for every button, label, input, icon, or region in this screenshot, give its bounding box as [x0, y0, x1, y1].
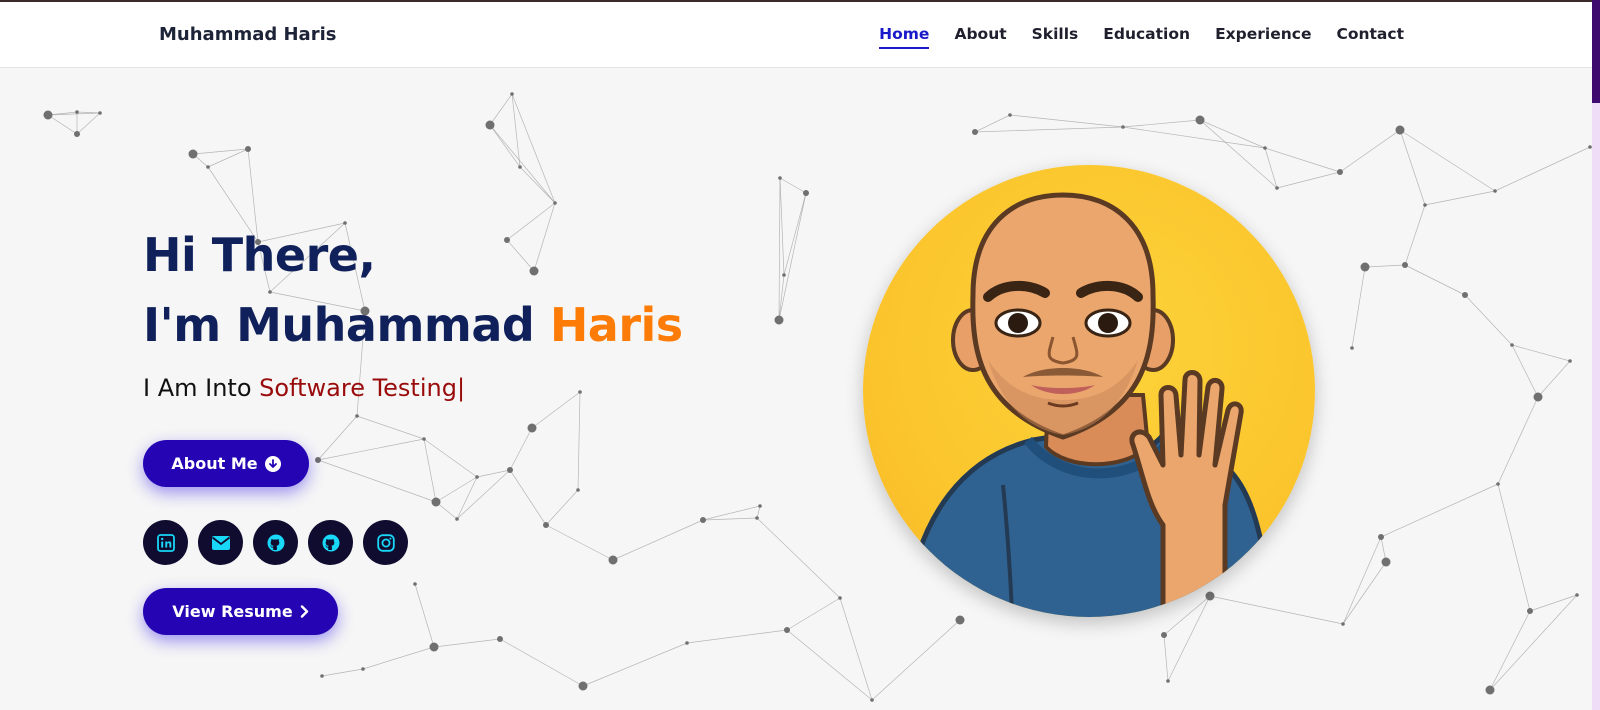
- hero-greeting: Hi There,: [143, 228, 376, 282]
- main-nav: Home About Skills Education Experience C…: [879, 25, 1404, 49]
- hero-text: Hi There, I'm Muhammad Haris I Am Into S…: [143, 224, 683, 402]
- typed-prefix: I Am Into: [143, 374, 252, 402]
- arrow-circle-down-icon: [264, 455, 281, 472]
- about-me-label: About Me: [171, 454, 258, 473]
- hero-name: I'm Muhammad Haris: [143, 286, 683, 364]
- scrollbar-track[interactable]: [1592, 0, 1600, 710]
- mail-icon: [211, 535, 230, 550]
- site-header: Muhammad Haris Home About Skills Educati…: [0, 2, 1592, 68]
- github-link-2[interactable]: [308, 520, 353, 565]
- github-link[interactable]: [253, 520, 298, 565]
- about-me-button[interactable]: About Me: [143, 440, 309, 487]
- nav-contact[interactable]: Contact: [1336, 25, 1404, 49]
- nav-skills[interactable]: Skills: [1032, 25, 1079, 49]
- hero-name-prefix: I'm Muhammad: [143, 298, 535, 352]
- instagram-icon: [376, 533, 395, 552]
- nav-about[interactable]: About: [954, 25, 1006, 49]
- avatar-illustration: [902, 192, 1274, 617]
- linkedin-icon: [156, 533, 175, 552]
- github-icon: [267, 534, 284, 551]
- instagram-link[interactable]: [363, 520, 408, 565]
- view-resume-label: View Resume: [172, 602, 293, 621]
- social-links: [143, 520, 408, 565]
- linkedin-link[interactable]: [143, 520, 188, 565]
- profile-avatar: [863, 165, 1315, 617]
- chevron-right-icon: [300, 605, 308, 618]
- nav-experience[interactable]: Experience: [1215, 25, 1311, 49]
- email-link[interactable]: [198, 520, 243, 565]
- nav-education[interactable]: Education: [1103, 25, 1190, 49]
- brand-logo[interactable]: Muhammad Haris: [159, 24, 336, 45]
- typed-role: Software Testing|: [259, 374, 466, 402]
- hero-name-highlight: Haris: [549, 298, 683, 352]
- github-icon: [322, 534, 339, 551]
- top-accent-line: [0, 0, 1600, 2]
- nav-home[interactable]: Home: [879, 25, 930, 49]
- view-resume-button[interactable]: View Resume: [143, 588, 338, 635]
- typed-line: I Am Into Software Testing|: [143, 374, 683, 402]
- scrollbar-thumb[interactable]: [1592, 0, 1600, 103]
